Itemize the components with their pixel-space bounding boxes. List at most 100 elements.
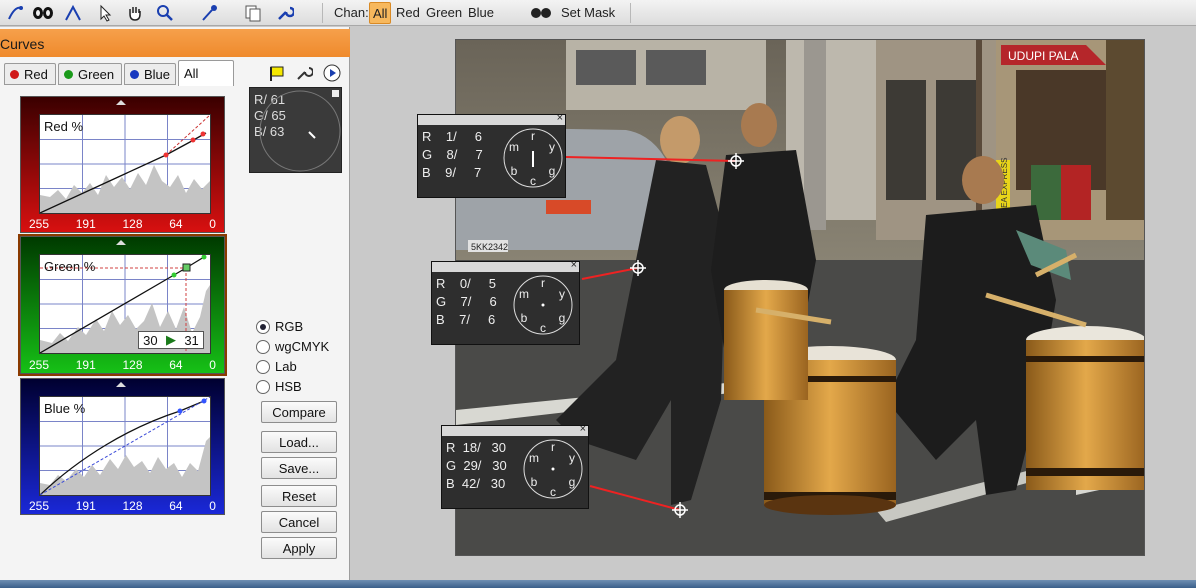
- tab-label: Blue: [143, 66, 170, 82]
- mode-wgcmyk[interactable]: wgCMYK: [256, 339, 329, 354]
- chan-all-button[interactable]: All: [369, 2, 392, 24]
- dial-letter: b: [521, 311, 528, 325]
- tick-label: 64: [169, 358, 183, 372]
- blue-dot-icon: [130, 69, 139, 79]
- dial-letter: r: [531, 129, 535, 143]
- dial-letter: m: [509, 140, 519, 154]
- sampler-b: B 9/ 7: [422, 165, 482, 180]
- sampler-r: R 0/ 5: [436, 276, 496, 291]
- dial-letter: g: [569, 475, 576, 489]
- green-dot-icon: [64, 69, 73, 79]
- red-curve-box[interactable]: Red % 255 191 128 64 0: [20, 96, 225, 233]
- sampler-1[interactable]: × R 1/ 6 G 8/ 7 B 9/ 7 rygcbm: [417, 112, 566, 198]
- hue-dial: rygcbm: [513, 275, 573, 335]
- mode-lab[interactable]: Lab: [256, 359, 297, 374]
- dial-letter: c: [530, 174, 536, 188]
- taskbar: [0, 580, 1196, 588]
- tick-label: 128: [122, 217, 143, 231]
- tab-green[interactable]: Green: [58, 63, 122, 85]
- hand-icon[interactable]: [124, 2, 146, 24]
- set-mask-button[interactable]: Set Mask: [561, 5, 615, 20]
- tick-label: 191: [75, 217, 96, 231]
- mask-icon[interactable]: [32, 2, 54, 24]
- tick-label: 0: [209, 358, 216, 372]
- tab-label: Green: [78, 66, 115, 82]
- blue-curve-box[interactable]: Blue % 255 191 128 64 0: [20, 378, 225, 515]
- sampler-b: B 42/ 30: [446, 476, 506, 491]
- tick-label: 0: [209, 499, 216, 513]
- mode-rgb[interactable]: RGB: [256, 319, 303, 334]
- set-mask-icon[interactable]: [530, 2, 552, 24]
- picker-icon[interactable]: [198, 2, 220, 24]
- point-value-box: 30 ▶ 31: [138, 331, 204, 349]
- panel-title: Curves: [0, 29, 350, 57]
- reset-button[interactable]: Reset: [261, 485, 337, 507]
- close-icon[interactable]: ×: [557, 112, 563, 124]
- green-curve-plot[interactable]: Green % 30 ▶ 31: [39, 254, 211, 354]
- dial-letter: c: [550, 485, 556, 499]
- close-icon[interactable]: ×: [571, 259, 577, 271]
- sampler-r: R 18/ 30: [446, 440, 506, 455]
- chan-label: Chan:: [334, 5, 369, 20]
- wrench-icon[interactable]: [274, 2, 296, 24]
- green-curve-label: Green %: [44, 259, 96, 274]
- arrow-right-icon: ▶: [165, 332, 176, 347]
- dial-letter: y: [569, 451, 575, 465]
- pen-icon[interactable]: [62, 2, 84, 24]
- save-button[interactable]: Save...: [261, 457, 337, 479]
- zoom-icon[interactable]: [154, 2, 176, 24]
- settings-wrench-icon[interactable]: [294, 63, 314, 83]
- green-curve-box[interactable]: Green % 30 ▶ 31 255 191 128 64 0: [18, 234, 227, 376]
- dial-letter: g: [559, 311, 566, 325]
- dial-letter: b: [511, 164, 518, 178]
- flag-icon[interactable]: [267, 63, 287, 83]
- arrow-icon[interactable]: [94, 2, 116, 24]
- sampler-titlebar[interactable]: ×: [418, 112, 565, 125]
- mode-hsb[interactable]: HSB: [256, 379, 302, 394]
- readout-menu-icon[interactable]: [332, 90, 339, 97]
- copy-icon[interactable]: [242, 2, 264, 24]
- chan-green-button[interactable]: Green: [423, 2, 465, 24]
- tab-label: All: [184, 66, 199, 81]
- compare-button[interactable]: Compare: [261, 401, 337, 423]
- sampler-3[interactable]: × R 18/ 30 G 29/ 30 B 42/ 30 rygcbm: [441, 423, 589, 509]
- dial-letter: g: [549, 164, 556, 178]
- tab-blue[interactable]: Blue: [124, 63, 176, 85]
- radio-icon: [256, 339, 270, 354]
- output-value: 31: [184, 332, 199, 348]
- apply-button[interactable]: Apply: [261, 537, 337, 559]
- red-curve-plot[interactable]: Red %: [39, 114, 211, 214]
- radio-icon: [256, 319, 270, 334]
- chan-red-button[interactable]: Red: [393, 2, 423, 24]
- eyedropper-curve-icon[interactable]: [4, 2, 26, 24]
- sampler-g: G 7/ 6: [436, 294, 497, 309]
- close-icon[interactable]: ×: [580, 423, 586, 435]
- tab-all[interactable]: All: [178, 60, 234, 86]
- sampler-2[interactable]: × R 0/ 5 G 7/ 6 B 7/ 6 rygcbm: [431, 259, 580, 345]
- sampler-b: B 7/ 6: [436, 312, 496, 327]
- tab-label: Red: [24, 66, 48, 82]
- tick-label: 128: [122, 499, 143, 513]
- play-icon[interactable]: [322, 63, 342, 83]
- sampler-titlebar[interactable]: ×: [432, 259, 579, 272]
- tab-red[interactable]: Red: [4, 63, 56, 85]
- hue-dial: rygcbm: [523, 439, 583, 499]
- tick-label: 128: [122, 358, 143, 372]
- chan-blue-button[interactable]: Blue: [465, 2, 497, 24]
- red-curve-label: Red %: [44, 119, 84, 134]
- toolbar-separator-2: [630, 3, 631, 23]
- dial-letter: y: [549, 140, 555, 154]
- hue-dial: rygcbm: [503, 128, 563, 188]
- radio-icon: [256, 359, 270, 374]
- tick-label: 64: [169, 499, 183, 513]
- load-button[interactable]: Load...: [261, 431, 337, 453]
- cancel-button[interactable]: Cancel: [261, 511, 337, 533]
- green-curve-ticks: 255 191 128 64 0: [21, 358, 226, 372]
- red-curve-ticks: 255 191 128 64 0: [21, 217, 226, 231]
- sampler-titlebar[interactable]: ×: [442, 423, 588, 436]
- blue-curve-plot[interactable]: Blue %: [39, 396, 211, 496]
- toolbar: Chan: All Red Green Blue Set Mask: [0, 0, 1196, 26]
- dial-letter: r: [541, 276, 545, 290]
- sampler-g: G 29/ 30: [446, 458, 507, 473]
- toolbar-separator: [322, 3, 323, 23]
